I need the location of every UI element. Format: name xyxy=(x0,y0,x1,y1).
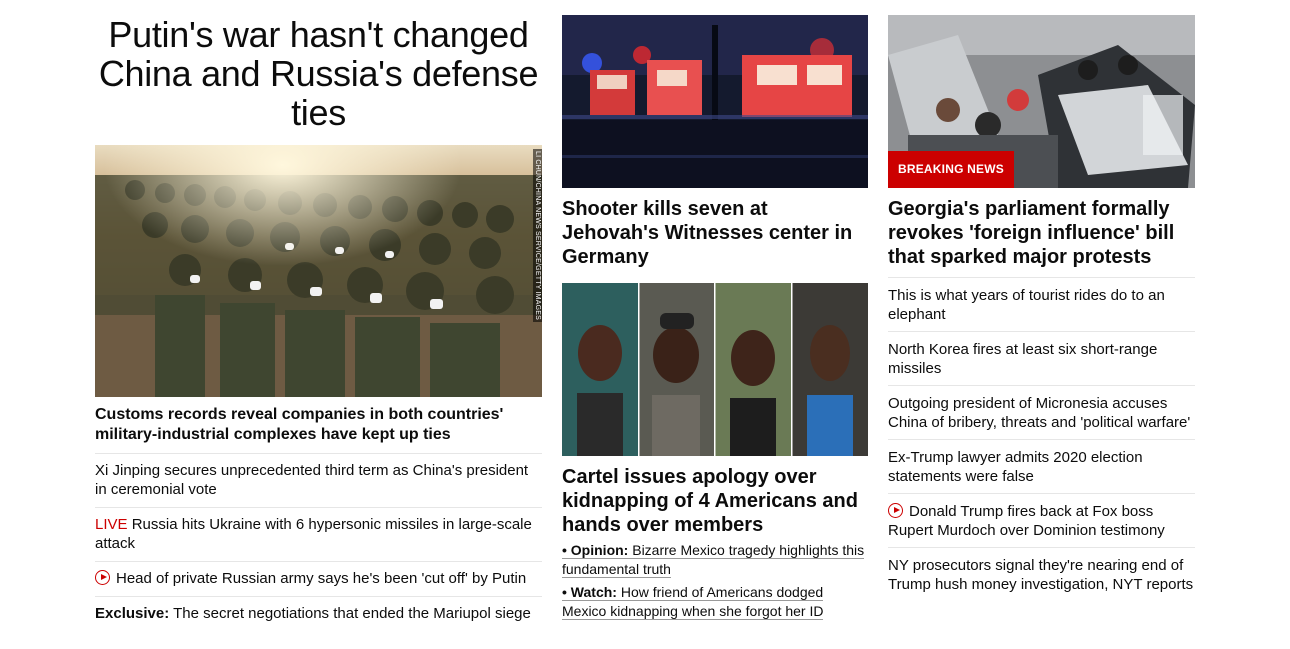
bullet-watch[interactable]: • Watch: How friend of Americans dodged … xyxy=(562,583,868,621)
play-icon xyxy=(95,570,110,585)
lead-image-soldiers[interactable]: LI CHUN/CHINA NEWS SERVICE/GETTY IMAGES xyxy=(95,145,542,397)
opinion-label: • Opinion: xyxy=(562,542,629,558)
list-item-north-korea[interactable]: North Korea fires at least six short-ran… xyxy=(888,332,1195,386)
related-item-xi[interactable]: Xi Jinping secures unprecedented third t… xyxy=(95,454,542,508)
soldiers-illustration xyxy=(95,145,542,397)
related-item-wagner[interactable]: Head of private Russian army says he's b… xyxy=(95,562,542,597)
play-icon xyxy=(888,503,903,518)
breaking-news-badge: BREAKING NEWS xyxy=(888,151,1014,188)
story-title-germany-shooting[interactable]: Shooter kills seven at Jehovah's Witness… xyxy=(562,197,868,269)
list-item-elephant[interactable]: This is what years of tourist rides do t… xyxy=(888,278,1195,332)
story-title-cartel-apology[interactable]: Cartel issues apology over kidnapping of… xyxy=(562,465,868,537)
related-item-mariupol[interactable]: Exclusive: The secret negotiations that … xyxy=(95,597,542,631)
ambulance-night-illustration xyxy=(562,15,868,188)
live-label: LIVE xyxy=(95,516,128,533)
list-item-ny-prosecutors[interactable]: NY prosecutors signal they're nearing en… xyxy=(888,548,1195,601)
lead-related-list: Xi Jinping secures unprecedented third t… xyxy=(95,454,542,631)
list-item-trump-lawyer[interactable]: Ex-Trump lawyer admits 2020 election sta… xyxy=(888,440,1195,494)
right-column: BREAKING NEWS Georgia's parliament forma… xyxy=(888,15,1195,601)
photo-credit: LI CHUN/CHINA NEWS SERVICE/GETTY IMAGES xyxy=(533,149,542,322)
watch-label: • Watch: xyxy=(562,584,617,600)
story-title-georgia-bill[interactable]: Georgia's parliament formally revokes 'f… xyxy=(888,197,1195,269)
right-headline-list: This is what years of tourist rides do t… xyxy=(888,277,1195,601)
related-item-russia-missiles[interactable]: LIVE Russia hits Ukraine with 6 hyperson… xyxy=(95,508,542,562)
lead-summary[interactable]: Customs records reveal companies in both… xyxy=(95,405,542,454)
lead-column: Putin's war hasn't changed China and Rus… xyxy=(95,15,542,631)
exclusive-label: Exclusive: xyxy=(95,605,170,622)
story-image-georgia-protest[interactable]: BREAKING NEWS xyxy=(888,15,1195,188)
lead-headline[interactable]: Putin's war hasn't changed China and Rus… xyxy=(95,15,542,132)
portraits-illustration xyxy=(562,283,868,456)
story-image-ambulances[interactable] xyxy=(562,15,868,188)
list-item-trump-murdoch[interactable]: Donald Trump fires back at Fox boss Rupe… xyxy=(888,494,1195,548)
list-item-micronesia[interactable]: Outgoing president of Micronesia accuses… xyxy=(888,386,1195,440)
bullet-opinion[interactable]: • Opinion: Bizarre Mexico tragedy highli… xyxy=(562,541,868,579)
story-image-americans[interactable] xyxy=(562,283,868,456)
middle-column: Shooter kills seven at Jehovah's Witness… xyxy=(562,15,868,621)
